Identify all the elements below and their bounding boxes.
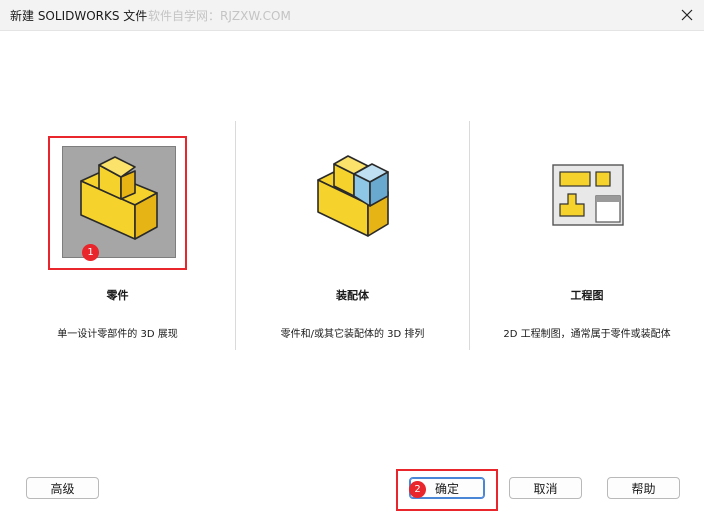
step-badge-1: 1 (82, 244, 99, 261)
option-drawing-label: 工程图 (570, 289, 604, 302)
option-assembly-description: 零件和/或其它装配体的 3D 排列 (280, 329, 425, 340)
option-assembly-label: 装配体 (336, 289, 369, 302)
advanced-button[interactable]: 高级 (26, 477, 99, 499)
drawing-icon (552, 164, 624, 226)
step-badge-2: 2 (409, 481, 426, 498)
part-highlight-box (48, 136, 187, 270)
assembly-icon (317, 155, 389, 237)
option-drawing[interactable]: 工程图 2D 工程制图，通常属于零件或装配体 (470, 0, 704, 360)
help-button[interactable]: 帮助 (607, 477, 680, 499)
option-part-label: 零件 (106, 289, 129, 302)
option-part-description: 单一设计零部件的 3D 展现 (57, 329, 178, 340)
option-drawing-description: 2D 工程制图，通常属于零件或装配体 (503, 329, 671, 340)
cancel-button[interactable]: 取消 (509, 477, 582, 499)
option-part[interactable]: 1 零件 单一设计零部件的 3D 展现 (0, 0, 235, 360)
option-assembly[interactable]: 装配体 零件和/或其它装配体的 3D 排列 (236, 0, 469, 360)
